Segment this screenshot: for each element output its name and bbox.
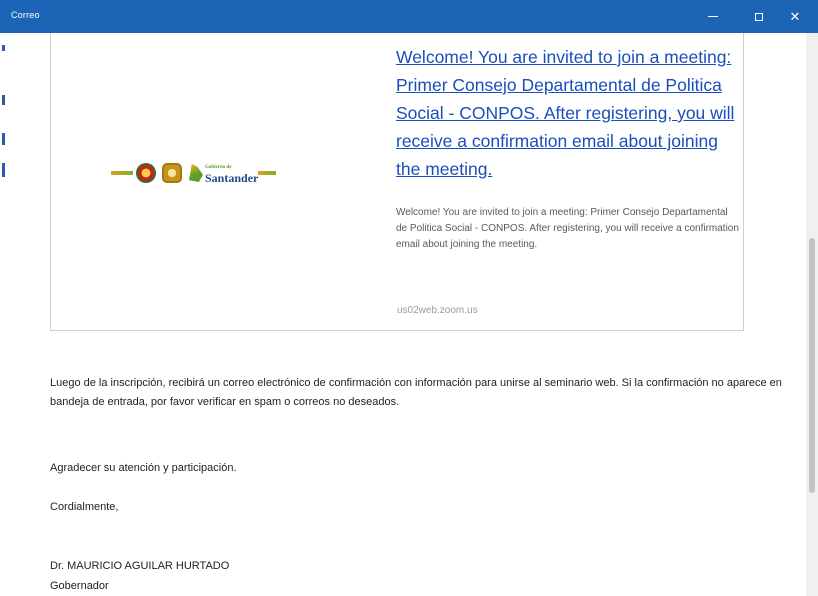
signature-name: Dr. MAURICIO AGUILAR HURTADO	[50, 560, 230, 572]
pane-marker	[2, 95, 5, 105]
close-button[interactable]: ✕	[772, 0, 818, 33]
colombia-seal-icon	[136, 163, 156, 183]
pane-marker	[2, 45, 5, 51]
maximize-icon	[755, 12, 763, 21]
link-preview-card[interactable]: Gobierno de Santander Welcome! You are i…	[50, 33, 744, 331]
signature-title: Gobernador	[50, 580, 109, 592]
message-body: Gobierno de Santander Welcome! You are i…	[8, 33, 806, 596]
preview-description: Welcome! You are invited to join a meeti…	[396, 207, 739, 250]
pane-marker	[2, 163, 5, 177]
santander-seal-icon	[162, 163, 182, 183]
santander-logo: Gobierno de Santander	[111, 151, 281, 195]
body-paragraph-thanks: Agradecer su atención y participación.	[50, 462, 237, 474]
scrollbar-thumb[interactable]	[809, 238, 815, 493]
logo-stripe	[258, 171, 277, 175]
window-titlebar: Correo ✕	[0, 0, 818, 33]
preview-link-title[interactable]: Welcome! You are invited to join a meeti…	[396, 43, 736, 183]
minimize-button[interactable]	[690, 0, 736, 33]
santander-figure-icon	[189, 164, 203, 182]
body-paragraph-registration: Luego de la inscripción, recibirá un cor…	[50, 377, 782, 408]
close-icon: ✕	[789, 8, 801, 24]
logo-stripe	[111, 171, 133, 175]
pane-marker	[2, 133, 5, 145]
minimize-icon	[708, 16, 718, 17]
preview-domain: us02web.zoom.us	[397, 305, 478, 316]
logo-brand: Gobierno de Santander	[205, 163, 259, 185]
logo-brand-text: Santander	[205, 171, 259, 185]
closing-text: Cordialmente,	[50, 501, 119, 513]
window-title: Correo	[11, 10, 40, 20]
vertical-scrollbar[interactable]	[806, 33, 818, 596]
